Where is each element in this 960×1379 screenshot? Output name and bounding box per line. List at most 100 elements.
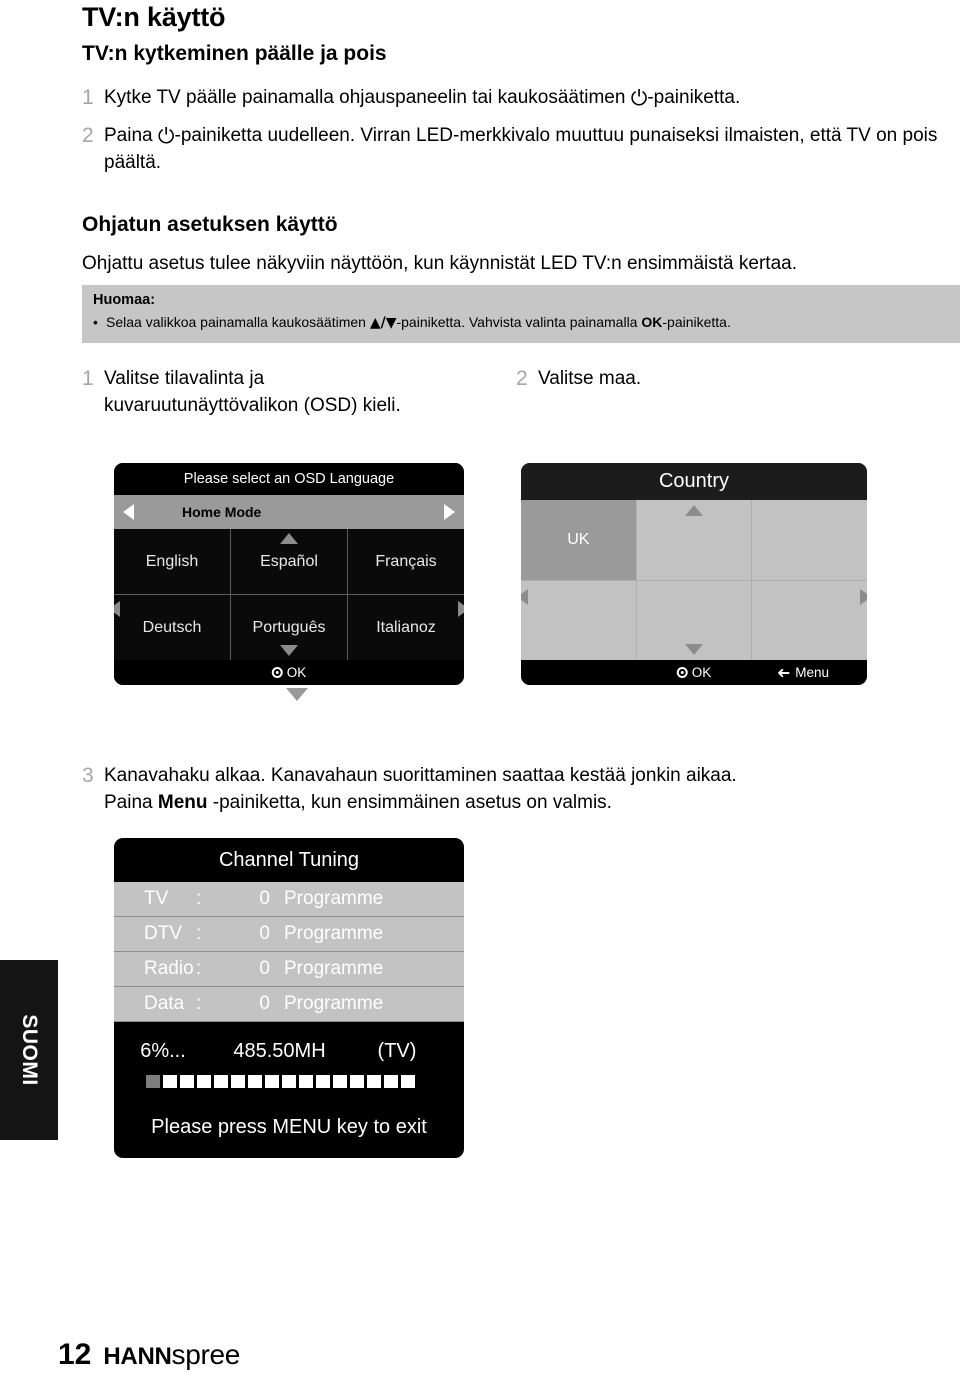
row-colon: : bbox=[196, 888, 202, 909]
row-colon: : bbox=[196, 993, 202, 1014]
row-label: DTV bbox=[144, 923, 182, 944]
triangle-up-icon[interactable] bbox=[684, 505, 703, 516]
step-text: Valitse tilavalinta ja kuvaruutunäyttöva… bbox=[104, 368, 401, 416]
progress-block bbox=[180, 1075, 194, 1088]
step-text-before: Paina bbox=[104, 125, 158, 146]
step-number: 1 bbox=[82, 86, 94, 109]
row-unit: Programme bbox=[284, 958, 384, 979]
section-intro: Ohjattu asetus tulee näkyviin näyttöön, … bbox=[82, 253, 797, 274]
triangle-right-icon[interactable] bbox=[458, 601, 464, 617]
country-cell-uk[interactable]: UK bbox=[521, 500, 636, 580]
country-cell-6[interactable] bbox=[752, 580, 867, 660]
power-icon: ⏻ bbox=[157, 124, 175, 148]
language-cell-deutsch[interactable]: Deutsch bbox=[114, 595, 230, 660]
row-count: 0 bbox=[259, 923, 270, 944]
row-label: Data bbox=[144, 993, 185, 1014]
osd-tuning-title: Channel Tuning bbox=[218, 848, 360, 871]
row-unit: Programme bbox=[284, 993, 384, 1014]
triangle-down-icon[interactable] bbox=[684, 644, 703, 655]
page-subtitle: TV:n kytkeminen päälle ja pois bbox=[82, 42, 387, 65]
table-row: DTV : 0 Programme bbox=[114, 917, 464, 951]
manual-page: TV:n käyttö TV:n kytkeminen päälle ja po… bbox=[0, 0, 960, 1379]
triangle-right-icon[interactable] bbox=[859, 588, 867, 605]
language-label: Français bbox=[375, 552, 437, 570]
step-text-before: Kytke TV päälle painamalla ohjauspaneeli… bbox=[104, 87, 631, 108]
note-title: Huomaa: bbox=[93, 292, 156, 308]
language-cell-portugues[interactable]: Português bbox=[231, 595, 347, 660]
osd-language-screen[interactable]: Please select an OSD Language Home Mode … bbox=[114, 463, 464, 685]
power-icon: ⏻ bbox=[630, 86, 648, 110]
country-cell-2[interactable] bbox=[636, 500, 752, 580]
progress-block bbox=[214, 1075, 228, 1088]
country-cell-5[interactable] bbox=[636, 580, 752, 660]
tuning-source: (TV) bbox=[377, 1040, 417, 1062]
progress-block bbox=[231, 1075, 245, 1088]
ok-label: OK bbox=[691, 665, 712, 680]
language-label: Español bbox=[260, 552, 318, 570]
brand-logo: HANNspree bbox=[103, 1339, 240, 1371]
table-row: Radio : 0 Programme bbox=[114, 952, 464, 986]
row-colon: : bbox=[196, 958, 202, 979]
osd-language-bottom-bar: OK bbox=[114, 660, 464, 685]
language-cell-francais[interactable]: Français bbox=[348, 529, 464, 594]
osd-country-title: Country bbox=[521, 463, 867, 500]
ok-dot-icon bbox=[271, 667, 283, 678]
step-text-after: -painiketta. bbox=[647, 87, 741, 108]
note-text: Selaa valikkoa painamalla kaukosäätimen … bbox=[106, 312, 731, 333]
step-number: 2 bbox=[516, 367, 528, 390]
progress-block bbox=[333, 1075, 347, 1088]
progress-block bbox=[163, 1075, 177, 1088]
note-bullet-row: • Selaa valikkoa painamalla kaukosäätime… bbox=[93, 312, 960, 333]
osd-country-screen[interactable]: Country UK OK ➜ Menu bbox=[521, 463, 867, 685]
tuning-percent: 6%... bbox=[140, 1040, 186, 1062]
triangle-down-icon[interactable] bbox=[280, 645, 298, 656]
note-text-part3: -painiketta. bbox=[662, 314, 731, 330]
country-grid: UK bbox=[521, 500, 867, 660]
language-label: Português bbox=[252, 618, 326, 636]
row-count: 0 bbox=[259, 888, 270, 909]
country-cell-3[interactable] bbox=[752, 500, 867, 580]
osd-country-bottom-bar: OK ➜ Menu bbox=[521, 660, 867, 685]
language-cell-italianoz[interactable]: Italianoz bbox=[348, 595, 464, 660]
step-number: 2 bbox=[82, 124, 94, 147]
wizard-step-1: 1 Valitse tilavalinta ja kuvaruutunäyttö… bbox=[82, 365, 442, 419]
language-cell-english[interactable]: English bbox=[114, 529, 230, 594]
triangle-left-icon[interactable] bbox=[123, 504, 134, 520]
triangle-right-icon[interactable] bbox=[444, 504, 455, 520]
menu-button[interactable]: ➜ Menu bbox=[777, 663, 829, 682]
progress-block bbox=[384, 1075, 398, 1088]
section-title: Ohjatun asetuksen käyttö bbox=[82, 213, 338, 236]
step-text: Kytke TV päälle painamalla ohjauspaneeli… bbox=[104, 84, 740, 111]
ok-button[interactable]: OK bbox=[676, 665, 712, 680]
power-step-1: 1 Kytke TV päälle painamalla ohjauspanee… bbox=[82, 84, 952, 111]
menu-label: Menu bbox=[795, 665, 829, 680]
step-text-line2-part1: Paina bbox=[104, 792, 158, 813]
language-grid: English Español Français Deutsch Portugu… bbox=[114, 529, 464, 660]
page-number: 12 bbox=[58, 1338, 92, 1371]
note-box: Huomaa: • Selaa valikkoa painamalla kauk… bbox=[82, 285, 960, 343]
power-step-2: 2 Paina ⏻-painiketta uudelleen. Virran L… bbox=[82, 122, 952, 176]
language-side-tab-label: SUOMI bbox=[18, 1014, 41, 1086]
home-mode-selector[interactable]: Home Mode bbox=[114, 495, 464, 529]
row-label: Radio bbox=[144, 958, 194, 979]
row-count: 0 bbox=[259, 993, 270, 1014]
ok-label: OK bbox=[286, 665, 307, 680]
osd-channel-tuning-screen[interactable]: Channel Tuning TV : 0 Programme DTV : 0 … bbox=[114, 838, 464, 1158]
triangle-left-icon[interactable] bbox=[521, 588, 528, 605]
ok-button[interactable]: OK bbox=[271, 665, 307, 680]
step-text: Paina ⏻-painiketta uudelleen. Virran LED… bbox=[104, 122, 952, 176]
row-unit: Programme bbox=[284, 923, 384, 944]
tuning-status: 6%... 485.50MH (TV) bbox=[114, 1022, 464, 1063]
progress-block bbox=[197, 1075, 211, 1088]
language-side-tab: SUOMI bbox=[0, 960, 58, 1140]
home-mode-label: Home Mode bbox=[182, 504, 262, 520]
row-unit: Programme bbox=[284, 888, 384, 909]
ok-keyword: OK bbox=[641, 314, 663, 330]
wizard-step-3: 3 Kanavahaku alkaa. Kanavahaun suorittam… bbox=[82, 762, 952, 816]
brand-rest: spree bbox=[171, 1339, 241, 1370]
language-label: Deutsch bbox=[142, 618, 202, 636]
language-cell-espanol[interactable]: Español bbox=[231, 529, 347, 594]
triangle-up-icon[interactable] bbox=[280, 533, 298, 544]
country-cell-4[interactable] bbox=[521, 580, 636, 660]
triangle-left-icon[interactable] bbox=[114, 601, 120, 617]
